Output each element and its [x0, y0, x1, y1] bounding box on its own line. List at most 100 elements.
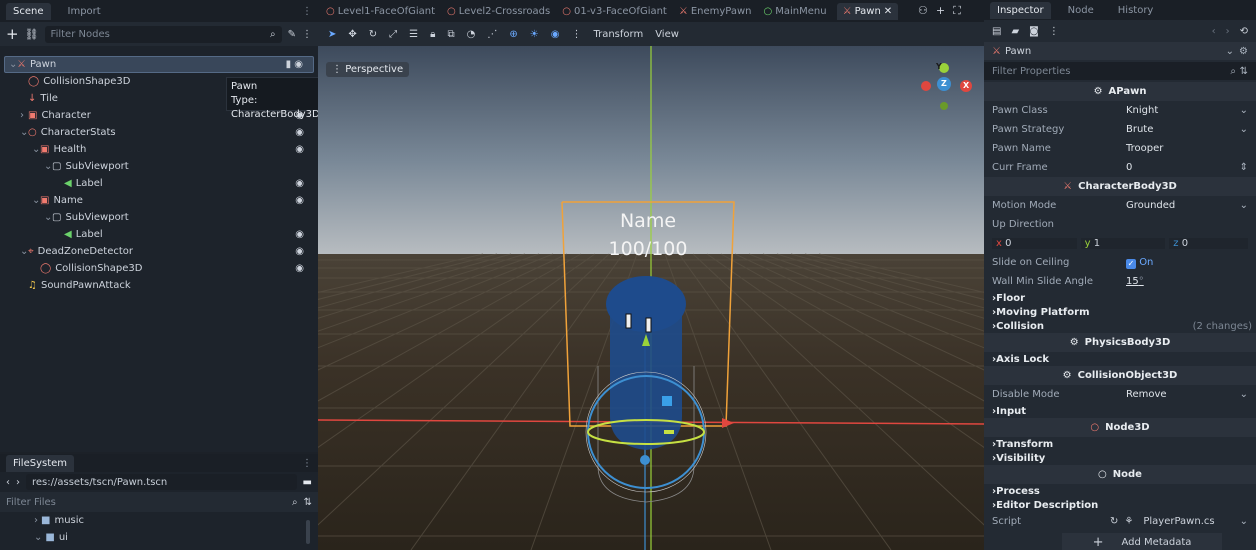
category-collision[interactable]: › Collision (2 changes): [984, 319, 1256, 333]
fs-path-input[interactable]: res://assets/tscn/Pawn.tscn: [26, 474, 297, 490]
add-metadata-button[interactable]: + Add Metadata: [1062, 533, 1222, 550]
forward-icon[interactable]: ›: [16, 477, 20, 488]
up-y-field[interactable]: y 1: [1080, 238, 1166, 249]
prop-wall-min-slide-angle[interactable]: Wall Min Slide Angle 15°: [984, 272, 1256, 291]
tree-node[interactable]: ◯CollisionShape3D ◉: [4, 260, 314, 277]
scene-tab[interactable]: ○ Level2-Crossroads: [445, 3, 552, 20]
chevron-down-icon[interactable]: ⌄: [1240, 124, 1248, 135]
select-tool-icon[interactable]: ➤: [328, 29, 336, 40]
visibility-icon[interactable]: ◉: [295, 195, 304, 206]
scene-tab[interactable]: ○ MainMenu: [762, 3, 829, 20]
fs-item-ui[interactable]: ⌄ ■ ui: [34, 529, 318, 546]
add-tab-icon[interactable]: +: [936, 4, 945, 18]
object-selector[interactable]: ⚔ Pawn ⌄ ⚙: [984, 42, 1256, 60]
tree-node[interactable]: ⌄ ▣ Name ◉: [4, 192, 314, 209]
tree-node[interactable]: ◀ Label ◉: [4, 226, 314, 243]
expand-arrow-icon[interactable]: ⌄: [32, 144, 40, 155]
tab-import[interactable]: Import: [61, 3, 108, 20]
camera-icon[interactable]: ⊕: [509, 29, 517, 40]
spinner-icon[interactable]: ⇕: [1240, 162, 1248, 173]
category-floor[interactable]: › Floor: [984, 291, 1256, 305]
tree-node[interactable]: ⌄ ▢ SubViewport: [4, 158, 314, 175]
tree-node[interactable]: ◀ Label ◉: [4, 175, 314, 192]
visibility-icon[interactable]: ◉: [295, 178, 304, 189]
section-node[interactable]: ○ Node: [984, 465, 1256, 484]
move-tool-icon[interactable]: ✥: [348, 29, 356, 40]
close-tab-icon[interactable]: ✕: [884, 6, 892, 17]
prop-row[interactable]: Pawn Strategy Brute ⌄: [984, 120, 1256, 139]
category-process[interactable]: › Process: [984, 484, 1256, 498]
filter-nodes-input[interactable]: Filter Nodes ⌕: [44, 25, 282, 43]
fs-scrollbar[interactable]: [306, 520, 310, 544]
tree-node[interactable]: ⌄ ▣ Health ◉: [4, 141, 314, 158]
visibility-icon[interactable]: ◉: [295, 263, 304, 274]
section-apawn[interactable]: ⚙ APawn: [984, 82, 1256, 101]
up-z-field[interactable]: z 0: [1169, 238, 1249, 249]
visibility-icon[interactable]: ◉: [295, 229, 304, 240]
visibility-icon[interactable]: ◉: [295, 127, 304, 138]
tab-filesystem[interactable]: FileSystem: [6, 454, 75, 472]
expand-arrow-icon[interactable]: ›: [20, 110, 28, 121]
sort-icon[interactable]: ⇅: [1240, 66, 1248, 77]
lock-icon[interactable]: 🔒︎: [430, 29, 435, 40]
section-collisionobject3d[interactable]: ⚙ CollisionObject3D: [984, 366, 1256, 385]
section-node3d[interactable]: ○ Node3D: [984, 418, 1256, 437]
expand-arrow-icon[interactable]: ⌄: [44, 161, 52, 172]
filter-properties-input[interactable]: Filter Properties ⌕ ⇅: [984, 62, 1256, 80]
expand-arrow-icon[interactable]: ⌄: [20, 246, 28, 257]
slide-ceiling-checkbox[interactable]: ✓ On: [1110, 257, 1248, 269]
reload-icon[interactable]: ↻: [1110, 516, 1118, 527]
prop-script[interactable]: Script ↻ ⚘ PlayerPawn.cs ⌄: [984, 512, 1256, 531]
fs-menu-icon[interactable]: ⋮: [302, 458, 312, 469]
tree-node[interactable]: ⌄ ○ CharacterStats ◉: [4, 124, 314, 141]
script-icon[interactable]: ✎: [288, 29, 296, 40]
open-folder-icon[interactable]: ▰: [1011, 26, 1019, 37]
expand-arrow-icon[interactable]: ⌄: [32, 195, 40, 206]
category-visibility[interactable]: › Visibility: [984, 451, 1256, 465]
list-select-icon[interactable]: ☰: [409, 29, 418, 40]
menu-icon[interactable]: ⋮: [302, 29, 312, 40]
object-history-icon[interactable]: ⟲: [1240, 26, 1248, 37]
history-back-icon[interactable]: ‹: [1212, 26, 1216, 37]
environment-icon[interactable]: ◉: [551, 29, 560, 40]
scene-tab[interactable]: ○ 01-v3-FaceOfGiant: [560, 3, 669, 20]
section-physicsbody3d[interactable]: ⚙ PhysicsBody3D: [984, 333, 1256, 352]
add-node-icon[interactable]: +: [6, 25, 19, 43]
new-resource-icon[interactable]: ▤: [992, 26, 1001, 37]
perspective-menu[interactable]: ⋮ Perspective: [326, 62, 410, 77]
prop-row[interactable]: Pawn Class Knight ⌄: [984, 101, 1256, 120]
expand-arrow-icon[interactable]: ⌄: [20, 127, 28, 138]
chevron-down-icon[interactable]: ⌄: [1240, 105, 1248, 116]
snap-icon[interactable]: ⋰: [487, 29, 497, 40]
expand-arrow-icon[interactable]: ⌄: [9, 59, 17, 70]
transform-menu[interactable]: Transform: [593, 29, 643, 40]
visibility-icon[interactable]: ▮ ◉: [286, 59, 303, 70]
group-icon[interactable]: ⧉: [447, 29, 454, 40]
prop-disable-mode[interactable]: Disable Mode Remove ⌄: [984, 385, 1256, 404]
3d-viewport[interactable]: ⋮ Perspective Y Z X Name 100/100: [318, 46, 984, 550]
dock-menu-icon[interactable]: ⋮: [302, 6, 312, 17]
tab-node[interactable]: Node: [1061, 2, 1101, 19]
tab-inspector[interactable]: Inspector: [990, 1, 1051, 19]
tree-node[interactable]: ⌄ ▢ SubViewport: [4, 209, 314, 226]
scene-tab[interactable]: ⚔ Pawn ✕: [836, 2, 899, 20]
expand-arrow-icon[interactable]: ⌄: [44, 212, 52, 223]
tab-history[interactable]: History: [1111, 2, 1161, 19]
link-icon[interactable]: ⛓: [25, 28, 39, 41]
fullscreen-icon[interactable]: ⛶: [953, 4, 961, 18]
local-space-icon[interactable]: ◔: [467, 29, 476, 40]
sort-icon[interactable]: ⇅: [304, 497, 312, 508]
filter-files-input[interactable]: Filter Files: [6, 497, 56, 508]
toolbar-menu-icon[interactable]: ⋮: [571, 29, 581, 40]
prop-row[interactable]: Curr Frame 0 ⇕: [984, 158, 1256, 177]
back-icon[interactable]: ‹: [6, 477, 10, 488]
sun-icon[interactable]: ☀: [530, 29, 539, 40]
scale-tool-icon[interactable]: ⤢: [389, 29, 397, 40]
scene-tab[interactable]: ○ Level1-FaceOfGiant: [324, 3, 437, 20]
object-tools-icon[interactable]: ⚙: [1239, 46, 1248, 57]
category-moving-platform[interactable]: › Moving Platform: [984, 305, 1256, 319]
distraction-free-icon[interactable]: ⚇: [918, 4, 928, 18]
tree-node[interactable]: ⌄ ⚔ Pawn ▮ ◉: [4, 56, 314, 73]
inspector-menu-icon[interactable]: ⋮: [1049, 26, 1059, 37]
category-axis-lock[interactable]: › Axis Lock: [984, 352, 1256, 366]
